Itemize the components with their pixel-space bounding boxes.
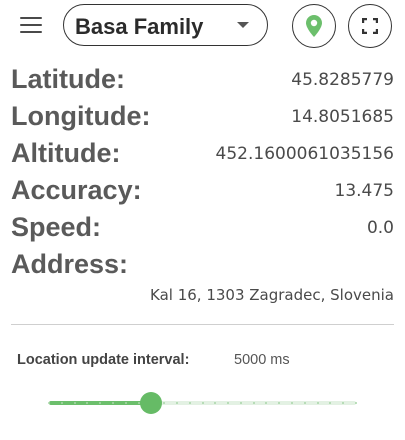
slider-ticks — [48, 402, 357, 404]
slider-tick — [342, 402, 345, 404]
address-value: Kal 16, 1303 Zagradec, Slovenia — [150, 286, 394, 304]
location-info: Latitude: 45.8285779 Longitude: 14.80516… — [11, 62, 394, 284]
altitude-value: 452.1600061035156 — [215, 144, 394, 164]
slider-tick — [252, 402, 255, 404]
slider-tick — [214, 402, 217, 404]
dropdown-caret-icon — [237, 22, 249, 28]
slider-tick — [355, 402, 357, 404]
top-bar: Basa Family — [0, 0, 405, 52]
latitude-row: Latitude: 45.8285779 — [11, 62, 394, 99]
latitude-value: 45.8285779 — [291, 70, 394, 90]
slider-tick — [124, 402, 127, 404]
map-pin-button[interactable] — [292, 4, 336, 48]
interval-slider[interactable] — [48, 392, 357, 414]
slider-tick — [239, 402, 242, 404]
slider-tick — [227, 402, 230, 404]
interval-value: 5000 ms — [234, 352, 290, 368]
altitude-row: Altitude: 452.1600061035156 — [11, 136, 394, 173]
speed-label: Speed: — [11, 212, 102, 242]
slider-tick — [73, 402, 76, 404]
divider — [11, 324, 394, 325]
address-row: Address: — [11, 247, 394, 284]
slider-tick — [99, 402, 102, 404]
slider-thumb[interactable] — [140, 392, 163, 414]
latitude-label: Latitude: — [11, 64, 125, 94]
family-select[interactable]: Basa Family — [63, 4, 268, 46]
slider-tick — [291, 402, 294, 404]
slider-tick — [86, 402, 89, 404]
accuracy-row: Accuracy: 13.475 — [11, 173, 394, 210]
slider-tick — [303, 402, 306, 404]
family-select-value: Basa Family — [75, 14, 204, 39]
slider-tick — [278, 402, 281, 404]
fullscreen-icon — [362, 18, 378, 34]
hamburger-menu-icon[interactable] — [20, 15, 42, 35]
longitude-row: Longitude: 14.8051685 — [11, 99, 394, 136]
slider-tick — [48, 402, 50, 404]
fullscreen-button[interactable] — [348, 4, 392, 48]
longitude-label: Longitude: — [11, 101, 151, 131]
slider-tick — [163, 402, 166, 404]
speed-value: 0.0 — [366, 218, 394, 238]
slider-tick — [111, 402, 114, 404]
map-pin-icon — [306, 15, 322, 37]
accuracy-value: 13.475 — [334, 181, 394, 201]
address-label: Address: — [11, 249, 129, 279]
speed-row: Speed: 0.0 — [11, 210, 394, 247]
slider-tick — [201, 402, 204, 404]
slider-tick — [265, 402, 268, 404]
slider-tick — [175, 402, 178, 404]
altitude-label: Altitude: — [11, 138, 121, 168]
slider-tick — [316, 402, 319, 404]
slider-tick — [60, 402, 63, 404]
slider-tick — [188, 402, 191, 404]
slider-tick — [137, 402, 140, 404]
slider-tick — [329, 402, 332, 404]
accuracy-label: Accuracy: — [11, 175, 142, 205]
interval-label: Location update interval: — [17, 352, 190, 368]
longitude-value: 14.8051685 — [291, 107, 394, 127]
